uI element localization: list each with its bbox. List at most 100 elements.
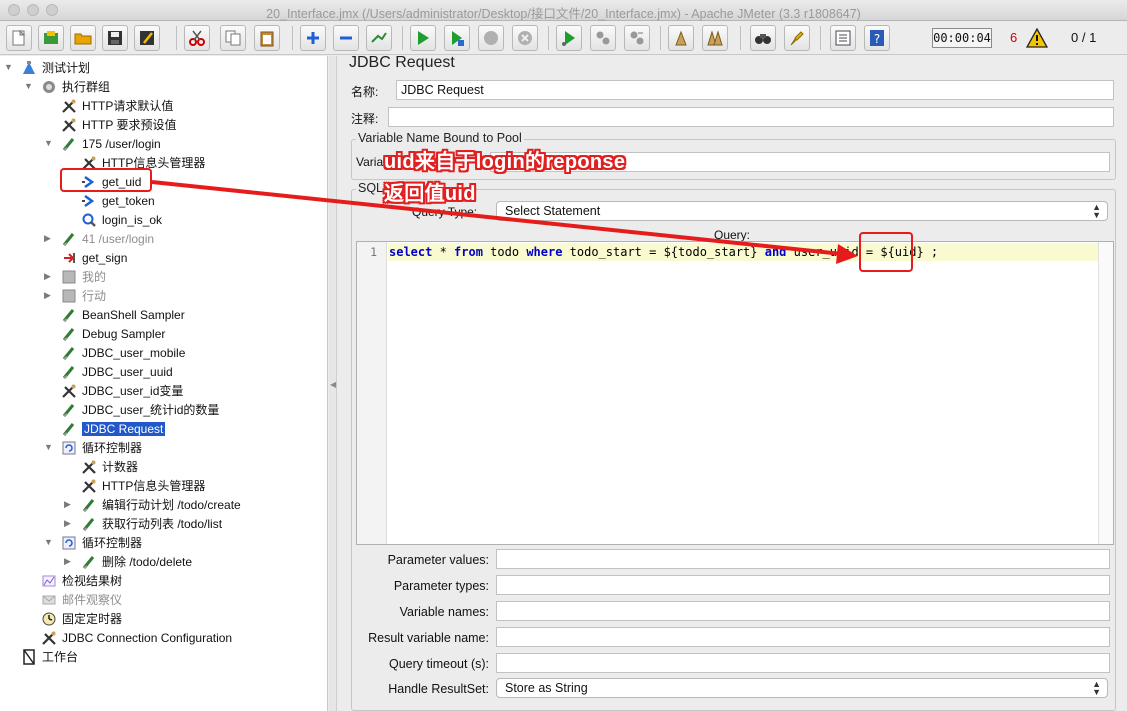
tree-node-label: 固定定时器: [62, 612, 123, 626]
tree-node[interactable]: 固定定时器: [40, 609, 122, 628]
parameter-field[interactable]: [496, 627, 1110, 647]
collapse-toggle-icon[interactable]: ▼: [44, 138, 53, 148]
tree-node[interactable]: HTTP 要求预设值: [60, 115, 176, 134]
sampler-icon: [60, 402, 78, 418]
editor-scrollbar[interactable]: [1098, 242, 1113, 544]
tree-node-label: JDBC_user_mobile: [82, 345, 186, 360]
tree-node[interactable]: JDBC_user_统计id的数量: [60, 400, 219, 419]
open-button[interactable]: [70, 25, 96, 51]
expand-toggle-icon[interactable]: ▶: [64, 556, 71, 567]
remote-stop-all-button[interactable]: [590, 25, 616, 51]
parameter-label: Result variable name:: [368, 631, 489, 645]
paste-button[interactable]: [254, 25, 280, 51]
tree-node[interactable]: 循环控制器: [60, 533, 142, 552]
tree-node[interactable]: JDBC Connection Configuration: [40, 628, 232, 647]
tree-node[interactable]: login_is_ok: [80, 210, 162, 229]
splitter-grip-icon[interactable]: ◀: [330, 380, 336, 389]
expand-toggle-icon[interactable]: ▶: [44, 290, 51, 301]
name-field[interactable]: JDBC Request: [396, 80, 1114, 100]
parameter-field[interactable]: [496, 653, 1110, 673]
cut-button[interactable]: [184, 25, 210, 51]
tree-node[interactable]: HTTP请求默认值: [60, 96, 173, 115]
help-button[interactable]: ?: [864, 25, 890, 51]
tree-node[interactable]: 获取行动列表 /todo/list: [80, 514, 222, 533]
controller-icon: [60, 269, 78, 285]
query-text[interactable]: select * from todo where todo_start = ${…: [389, 245, 938, 259]
tree-node[interactable]: 175 /user/login: [60, 134, 161, 153]
remote-shutdown-all-button[interactable]: [624, 25, 650, 51]
remote-shutdown-icon: [630, 31, 644, 45]
parameter-field[interactable]: [496, 549, 1110, 569]
handle-resultset-select[interactable]: Store as String ▲ ▼: [496, 678, 1108, 698]
expand-toggle-icon[interactable]: ▶: [44, 233, 51, 244]
reset-search-button[interactable]: [784, 25, 810, 51]
loop-controller-icon: [60, 440, 78, 456]
tree-node[interactable]: Debug Sampler: [60, 324, 165, 343]
tree-node[interactable]: HTTP信息头管理器: [80, 476, 205, 495]
search-button[interactable]: [750, 25, 776, 51]
tree-node[interactable]: 执行群组: [40, 77, 110, 96]
collapse-toggle-icon[interactable]: ▼: [44, 537, 53, 547]
tree-node[interactable]: 编辑行动计划 /todo/create: [80, 495, 241, 514]
tree-node[interactable]: 41 /user/login: [60, 229, 154, 248]
parameter-field[interactable]: [496, 601, 1110, 621]
shutdown-icon: [518, 31, 532, 45]
collapse-toggle-icon[interactable]: ▼: [44, 442, 53, 452]
tree-node[interactable]: 删除 /todo/delete: [80, 552, 192, 571]
sql-text: todo: [482, 245, 527, 259]
tree-node[interactable]: 测试计划: [20, 58, 90, 77]
tree-node[interactable]: get_sign: [60, 248, 127, 267]
tree-node[interactable]: 我的: [60, 267, 106, 286]
tree-node-label: get_token: [102, 193, 155, 208]
shutdown-button[interactable]: [512, 25, 538, 51]
comments-field[interactable]: [388, 107, 1114, 127]
tree-node[interactable]: 计数器: [80, 457, 138, 476]
expand-all-button[interactable]: [300, 25, 326, 51]
clear-all-button[interactable]: [702, 25, 728, 51]
tree-node[interactable]: 检视结果树: [40, 571, 122, 590]
tree-node[interactable]: BeanShell Sampler: [60, 305, 185, 324]
new-button[interactable]: [6, 25, 32, 51]
tree-node-label: 行动: [82, 289, 107, 303]
templates-button[interactable]: [38, 25, 64, 51]
warning-count[interactable]: 6: [1010, 30, 1017, 45]
start-no-pauses-button[interactable]: [444, 25, 470, 51]
tree-node[interactable]: 工作台: [20, 647, 78, 666]
expand-toggle-icon[interactable]: ▶: [44, 271, 51, 282]
svg-text:?: ?: [874, 32, 880, 46]
warning-icon[interactable]: [1026, 28, 1048, 48]
clear-all-icon: [707, 30, 723, 46]
tree-node[interactable]: get_token: [80, 191, 155, 210]
tree-node[interactable]: JDBC_user_id变量: [60, 381, 183, 400]
help-icon: ?: [870, 30, 884, 46]
tree-node[interactable]: 邮件观察仪: [40, 590, 122, 609]
expand-toggle-icon[interactable]: ▶: [64, 499, 71, 510]
toggle-button[interactable]: [366, 25, 392, 51]
tree-node[interactable]: JDBC_user_mobile: [60, 343, 185, 362]
remote-start-all-button[interactable]: [556, 25, 582, 51]
sampler-icon: [60, 326, 78, 342]
collapse-toggle-icon[interactable]: ▼: [24, 81, 33, 91]
config-icon: [60, 117, 78, 133]
expand-toggle-icon[interactable]: ▶: [64, 518, 71, 529]
save-as-button[interactable]: [134, 25, 160, 51]
collapse-all-button[interactable]: [333, 25, 359, 51]
save-button[interactable]: [102, 25, 128, 51]
start-button[interactable]: [410, 25, 436, 51]
tree-node[interactable]: JDBC Request: [60, 419, 166, 438]
tree-node[interactable]: 行动: [60, 286, 106, 305]
collapse-toggle-icon[interactable]: ▼: [4, 62, 13, 72]
parameter-field[interactable]: [496, 575, 1110, 595]
query-type-select[interactable]: Select Statement ▲ ▼: [496, 201, 1108, 221]
pool-variable-label: Varia: [356, 155, 384, 169]
test-plan-tree[interactable]: ▼ 测试计划 ▼ 执行群组 HTTP请求默认值 HTTP 要求预设值 ▼ 175 /user/…: [0, 56, 328, 711]
search-icon: [755, 34, 771, 44]
tree-node[interactable]: 循环控制器: [60, 438, 142, 457]
copy-button[interactable]: [220, 25, 246, 51]
tree-node[interactable]: JDBC_user_uuid: [60, 362, 173, 381]
remote-start-icon: [562, 31, 575, 46]
stop-button[interactable]: [478, 25, 504, 51]
query-editor[interactable]: 1 select * from todo where todo_start = …: [356, 241, 1114, 545]
clear-button[interactable]: [668, 25, 694, 51]
function-helper-button[interactable]: [830, 25, 856, 51]
